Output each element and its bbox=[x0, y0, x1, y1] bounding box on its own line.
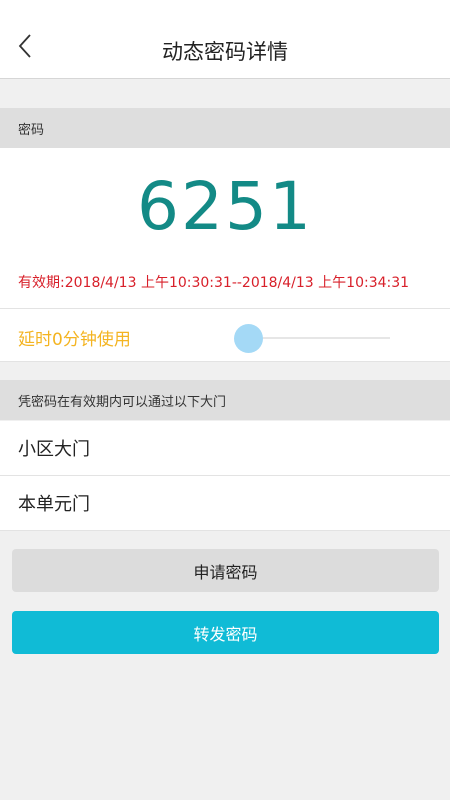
password-code: 6251 bbox=[137, 168, 313, 245]
gate-item-unit: 本单元门 bbox=[0, 476, 450, 530]
gate-item-community: 小区大门 bbox=[0, 421, 450, 475]
divider bbox=[0, 361, 450, 362]
password-section-label: 密码 bbox=[18, 122, 45, 138]
delay-slider-thumb[interactable] bbox=[234, 324, 263, 353]
forward-password-label: 转发密码 bbox=[193, 624, 258, 644]
validity-period: 有效期:2018/4/13 上午10:30:31--2018/4/13 上午10… bbox=[18, 275, 410, 291]
apply-password-label: 申请密码 bbox=[193, 562, 258, 582]
divider bbox=[0, 530, 450, 531]
page-title: 动态密码详情 bbox=[162, 40, 288, 64]
apply-password-button[interactable]: 申请密码 bbox=[12, 549, 439, 592]
gates-section-header: 凭密码在有效期内可以通过以下大门 bbox=[0, 380, 450, 420]
delay-label: 延时0分钟使用 bbox=[18, 330, 131, 350]
divider bbox=[0, 308, 450, 309]
gate-item-label: 本单元门 bbox=[18, 494, 90, 515]
gates-section-label: 凭密码在有效期内可以通过以下大门 bbox=[18, 394, 227, 410]
header-bar: 动态密码详情 bbox=[0, 0, 450, 79]
forward-password-button[interactable]: 转发密码 bbox=[12, 611, 439, 654]
gate-item-label: 小区大门 bbox=[18, 439, 90, 460]
password-section-header: 密码 bbox=[0, 108, 450, 148]
